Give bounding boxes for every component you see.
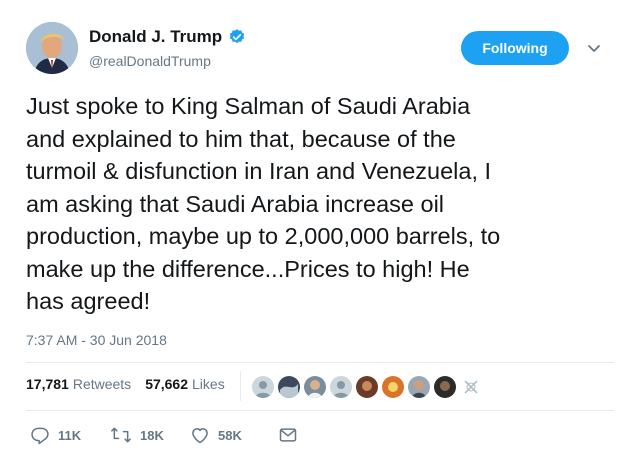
retweets-label[interactable]: Retweets (73, 376, 131, 392)
retweet-button[interactable]: 18K (110, 425, 190, 445)
liker-avatar[interactable] (330, 376, 352, 398)
like-count: 58K (218, 427, 242, 443)
tweet-line: and explained to him that, because of th… (26, 125, 456, 152)
tweet-line: make up the difference...Prices to high!… (26, 255, 470, 282)
like-button[interactable]: 58K (190, 425, 278, 445)
tweet-line: has agreed! (26, 288, 151, 314)
tweet-timestamp[interactable]: 7:37 AM - 30 Jun 2018 (26, 332, 167, 348)
liker-avatar[interactable] (356, 376, 378, 398)
tweet-line: Just spoke to King Salman of Saudi Arabi… (26, 93, 471, 119)
likes-count[interactable]: 57,662 (145, 376, 188, 392)
liker-avatar[interactable] (382, 376, 404, 398)
retweet-count: 18K (140, 427, 164, 443)
tweet-text: Just spoke to King Salman of Saudi Arabi… (26, 90, 616, 318)
heart-icon (190, 425, 210, 445)
tweet-card: Donald J. Trump @realDonaldTrump Followi… (0, 0, 634, 466)
liker-avatar[interactable] (304, 376, 326, 398)
tweet-line: production, maybe up to 2,000,000 barrel… (26, 223, 501, 249)
liker-avatar[interactable] (460, 376, 482, 398)
author-name-row: Donald J. Trump (89, 27, 246, 47)
chevron-down-icon[interactable] (586, 40, 602, 56)
stats-divider-bottom (26, 410, 614, 411)
liker-avatar[interactable] (252, 376, 274, 398)
following-button[interactable]: Following (461, 31, 569, 65)
liker-avatar[interactable] (278, 376, 300, 398)
verified-badge-icon (228, 28, 246, 46)
tweet-line: am asking that Saudi Arabia increase oil (26, 190, 445, 217)
liker-avatars (252, 376, 482, 398)
likes-label[interactable]: Likes (192, 376, 225, 392)
profile-avatar[interactable] (26, 22, 78, 74)
liker-avatar[interactable] (434, 376, 456, 398)
stats-divider-top (26, 362, 614, 363)
direct-message-icon (278, 425, 298, 445)
direct-message-button[interactable] (278, 425, 298, 445)
reply-button[interactable]: 11K (30, 425, 110, 445)
display-name[interactable]: Donald J. Trump (89, 27, 222, 47)
tweet-actions: 11K 18K 58K (30, 425, 298, 445)
retweet-icon (110, 425, 132, 445)
tweet-line: turmoil & disfunction in Iran and Venezu… (26, 158, 492, 184)
reply-count: 11K (58, 427, 82, 443)
stats-separator (240, 371, 241, 401)
liker-avatar[interactable] (408, 376, 430, 398)
engagement-stats: 17,781 Retweets 57,662 Likes (26, 376, 239, 392)
reply-icon (30, 425, 50, 445)
user-handle[interactable]: @realDonaldTrump (89, 53, 211, 69)
retweets-count[interactable]: 17,781 (26, 376, 69, 392)
